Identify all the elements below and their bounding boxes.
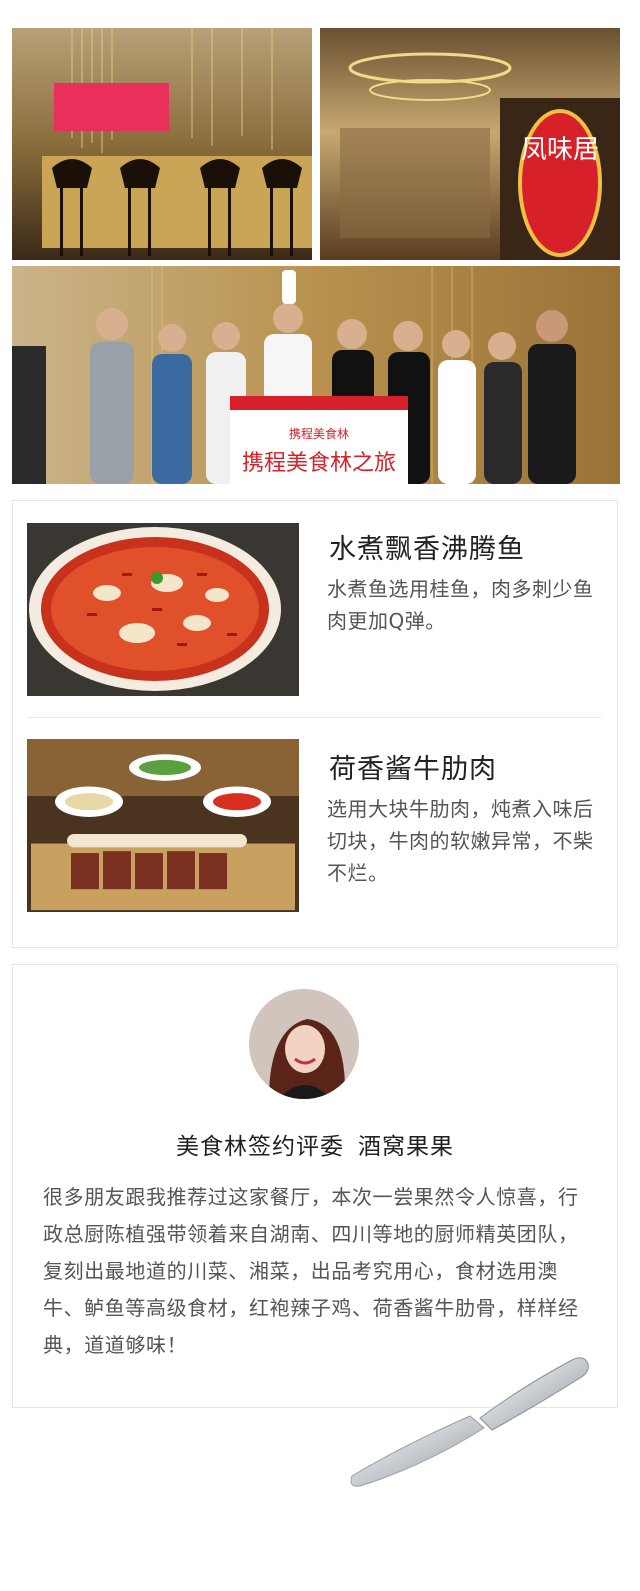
banner-logo-text: 携程美食林 — [289, 426, 349, 441]
divider — [27, 717, 603, 718]
restaurant-lobby-photo: 凤味居 — [320, 28, 620, 260]
reviewer-heading: 美食林签约评委 酒窝果果 — [13, 1127, 617, 1161]
knife-icon — [346, 1352, 596, 1492]
dish-title: 荷香酱牛肋肉 — [329, 754, 497, 785]
beef-dish-image — [27, 739, 299, 912]
dish-card: 水煮飘香沸腾鱼 水煮鱼选用桂鱼，肉多刺少鱼肉更加Q弹。 荷香酱牛肋肉 选用大块牛… — [12, 500, 618, 948]
fish-dish-image — [27, 523, 299, 696]
reviewer-avatar — [249, 989, 359, 1099]
dish-description: 水煮鱼选用桂鱼，肉多刺少鱼肉更加Q弹。 — [327, 577, 594, 633]
restaurant-bar-photo — [12, 28, 312, 260]
review-card: 美食林签约评委 酒窝果果 很多朋友跟我推荐过这家餐厅，本次一尝果然令人惊喜，行政总… — [12, 964, 618, 1408]
restaurant-sign-text: 凤味居 — [521, 135, 599, 165]
dish-title: 水煮飘香沸腾鱼 — [329, 534, 525, 565]
reviewer-title: 美食林签约评委 — [176, 1134, 344, 1160]
reviewer-name: 酒窝果果 — [358, 1134, 454, 1160]
group-photo: 携程美食林 携程美食林之旅 — [12, 266, 620, 484]
review-text: 很多朋友跟我推荐过这家餐厅，本次一尝果然令人惊喜，行政总厨陈植强带领着来自湖南、… — [43, 1185, 579, 1357]
banner-text: 携程美食林之旅 — [242, 451, 396, 476]
dish-description: 选用大块牛肋肉，炖煮入味后切块，牛肉的软嫩异常，不柴不烂。 — [327, 797, 594, 885]
